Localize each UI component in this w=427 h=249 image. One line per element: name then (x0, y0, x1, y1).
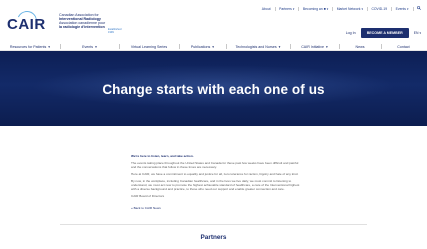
utility-becoming-label: Becoming an ■ (302, 6, 326, 11)
utility-covid[interactable]: COVID-19 (371, 7, 387, 11)
chevron-down-icon: ▾ (419, 31, 421, 35)
language-label: EN (413, 31, 419, 35)
login-link[interactable]: Log In (346, 31, 356, 35)
nav-label: Resources for Patients (9, 44, 47, 49)
back-to-news-link[interactable]: « Back to CAIR News (131, 206, 301, 210)
hero-banner: Change starts with each one of us (0, 51, 427, 126)
language-selector[interactable]: EN ▾ (414, 31, 421, 35)
chevron-down-icon: ▾ (278, 44, 281, 49)
logo-established: Established 1999 (108, 28, 122, 34)
article-paragraph: Here at CAIR, we have a commitment to eq… (131, 172, 299, 176)
site-logo[interactable]: CAIR Canadian Association for Interventi… (7, 8, 115, 34)
logo-tagline: Canadian Association for Interventional … (59, 13, 115, 30)
page-title: Change starts with each one of us (102, 82, 325, 97)
utility-separator (391, 6, 392, 11)
chevron-down-icon: ▾ (48, 44, 51, 49)
nav-label: Technologists and Nurses (235, 44, 277, 49)
nav-contact[interactable]: Contact (382, 43, 426, 50)
utility-separator (274, 6, 276, 11)
nav-label: Virtual Learning Series (130, 44, 168, 49)
nav-news[interactable]: News (339, 43, 381, 50)
article-lead: We're here to listen, learn, and take ac… (131, 154, 194, 158)
utility-separator (412, 6, 413, 11)
chevron-down-icon: ▾ (95, 44, 97, 49)
article-signoff: CAIR Board of Directors (131, 194, 165, 198)
nav-cair-initiative[interactable]: CAIR Initiative ▾ (291, 43, 339, 50)
utility-about[interactable]: About (262, 7, 271, 11)
logo-wordmark: CAIR (7, 16, 46, 33)
nav-label: Events (82, 44, 94, 49)
chevron-down-icon: ▾ (212, 44, 215, 49)
utility-about-label: About (261, 6, 271, 11)
nav-events[interactable]: Events ▾ (61, 43, 119, 50)
utility-events[interactable]: Events ▾ (396, 7, 409, 11)
utility-covid-label: COVID-19 (371, 6, 388, 11)
utility-partners-label: Partners (279, 6, 292, 11)
nav-label: CAIR Initiative (301, 44, 324, 49)
utility-partners[interactable]: Partners ▾ (279, 7, 294, 11)
chevron-down-icon: ▾ (326, 6, 329, 11)
logo-mark: CAIR (7, 8, 55, 34)
become-member-button[interactable]: BECOME A MEMBER (360, 28, 409, 38)
utility-events-label: Events (395, 6, 406, 11)
utility-becoming[interactable]: Becoming an ■ ▾ (303, 7, 328, 11)
chevron-down-icon: ▾ (292, 6, 295, 11)
nav-label: News (355, 44, 365, 49)
utility-bar: About Partners ▾ Becoming an ■ ▾ Market Ne… (262, 6, 421, 11)
section-divider (60, 224, 367, 225)
nav-virtual-learning-series[interactable]: Virtual Learning Series (119, 43, 179, 50)
nav-resources-for-patients[interactable]: Resources for Patients ▾ (0, 43, 60, 50)
article-body: We're here to listen, learn, and take ac… (131, 154, 301, 210)
chevron-down-icon: ▾ (325, 44, 328, 49)
nav-technologists-and-nurses[interactable]: Technologists and Nurses ▾ (226, 43, 290, 50)
chevron-down-icon: ▾ (361, 6, 363, 11)
account-area: Log In BECOME A MEMBER EN ▾ (346, 28, 421, 38)
article-paragraph: By now, in the workplace, including Cana… (131, 179, 300, 191)
main-nav: Resources for Patients ▾ Events ▾ Virtual … (0, 43, 427, 51)
utility-market[interactable]: Market Network ▾ (337, 7, 363, 11)
partners-heading: Partners (200, 234, 227, 241)
chevron-down-icon: ▾ (406, 6, 409, 11)
utility-separator (332, 6, 333, 11)
utility-separator (298, 6, 299, 11)
nav-label: Contact (397, 44, 410, 49)
search-icon[interactable] (417, 6, 421, 11)
utility-separator (366, 6, 368, 11)
logo-line-4: la radiologie d'intervention (59, 25, 105, 30)
article-paragraph: The events taking place throughout the U… (131, 161, 299, 169)
nav-label: Publications (190, 44, 211, 49)
utility-market-label: Market Network (336, 6, 361, 11)
nav-publications[interactable]: Publications ▾ (180, 43, 226, 50)
